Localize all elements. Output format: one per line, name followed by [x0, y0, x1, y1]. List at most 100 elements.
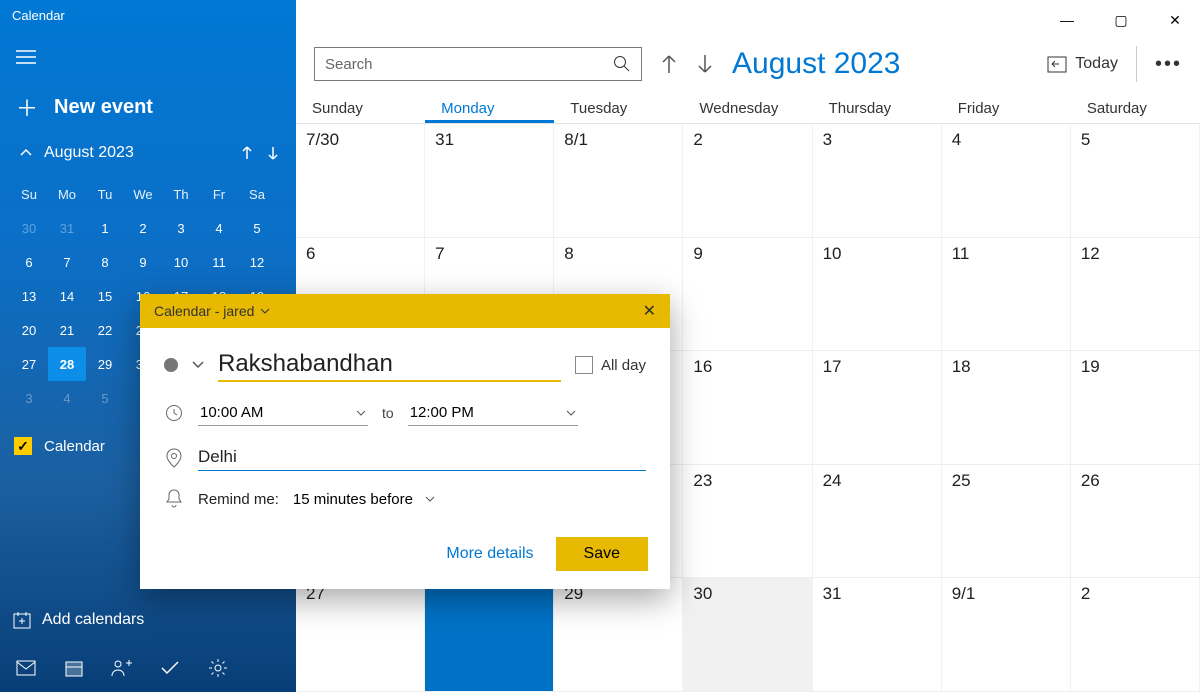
date-cell[interactable]: 8/1	[554, 124, 683, 237]
date-cell[interactable]: 31	[425, 124, 554, 237]
popup-calendar-select[interactable]: Calendar - jared	[154, 303, 643, 319]
new-event-button[interactable]: ＋ New event	[0, 79, 296, 137]
event-color-icon[interactable]	[164, 358, 178, 372]
mini-date-cell[interactable]: 5	[86, 381, 124, 415]
mini-date-cell[interactable]: 29	[86, 347, 124, 381]
hamburger-menu-button[interactable]	[10, 41, 42, 73]
today-icon	[1047, 55, 1067, 73]
date-cell[interactable]: 25	[942, 465, 1071, 578]
more-details-link[interactable]: More details	[446, 545, 533, 563]
mini-date-cell[interactable]: 4	[48, 381, 86, 415]
chevron-down-icon	[260, 307, 270, 315]
date-cell[interactable]: 3	[813, 124, 942, 237]
event-block[interactable]	[425, 578, 553, 691]
all-day-toggle[interactable]: All day	[575, 356, 646, 374]
mini-date-cell[interactable]: 4	[200, 211, 238, 245]
event-color-chevron[interactable]	[192, 360, 204, 370]
window-close-button[interactable]: ✕	[1158, 6, 1192, 34]
popup-close-button[interactable]: ✕	[643, 301, 656, 321]
mini-date-cell[interactable]: 14	[48, 279, 86, 313]
settings-icon[interactable]	[206, 656, 230, 680]
date-cell[interactable]: 17	[813, 351, 942, 464]
checkbox-checked-icon: ✓	[14, 437, 32, 455]
save-button[interactable]: Save	[556, 537, 648, 571]
date-cell[interactable]: 29	[554, 578, 683, 691]
day-header[interactable]: Thursday	[813, 92, 942, 123]
date-cell[interactable]: 11	[942, 238, 1071, 351]
date-cell[interactable]: 30	[683, 578, 812, 691]
new-event-label: New event	[54, 96, 153, 119]
day-header[interactable]: Sunday	[296, 92, 425, 123]
mini-date-cell[interactable]: 27	[10, 347, 48, 381]
date-cell[interactable]: 10	[813, 238, 942, 351]
calendar-icon[interactable]	[62, 656, 86, 680]
mini-date-cell[interactable]: 13	[10, 279, 48, 313]
window-maximize-button[interactable]: ▢	[1104, 6, 1138, 34]
day-header[interactable]: Wednesday	[683, 92, 812, 123]
calendar-toggle-label: Calendar	[44, 438, 105, 455]
window-minimize-button[interactable]: —	[1050, 6, 1084, 34]
mini-date-cell[interactable]: 6	[10, 245, 48, 279]
event-title-input[interactable]	[218, 348, 561, 382]
mini-date-cell[interactable]: 3	[162, 211, 200, 245]
day-header[interactable]: Tuesday	[554, 92, 683, 123]
mail-icon[interactable]	[14, 656, 38, 680]
mini-month-prev-button[interactable]	[236, 141, 258, 165]
date-cell[interactable]: 2	[683, 124, 812, 237]
day-header[interactable]: Monday	[425, 92, 554, 123]
mini-date-cell[interactable]: 28	[48, 347, 86, 381]
mini-date-cell[interactable]: 15	[86, 279, 124, 313]
people-icon[interactable]	[110, 656, 134, 680]
date-cell[interactable]: 24	[813, 465, 942, 578]
next-month-button[interactable]	[696, 53, 714, 75]
popup-calendar-label: Calendar - jared	[154, 303, 254, 319]
mini-date-cell[interactable]: 21	[48, 313, 86, 347]
date-cell[interactable]: 27	[296, 578, 425, 691]
mini-month-collapse-button[interactable]	[12, 146, 40, 160]
search-input[interactable]: Search	[314, 47, 642, 81]
date-cell[interactable]: 2	[1071, 578, 1200, 691]
mini-date-cell[interactable]: 30	[10, 211, 48, 245]
mini-date-cell[interactable]: 5	[238, 211, 276, 245]
location-input[interactable]	[198, 444, 646, 471]
date-cell[interactable]: 23	[683, 465, 812, 578]
start-time-select[interactable]: 10:00 AM	[198, 400, 368, 426]
day-header[interactable]: Friday	[942, 92, 1071, 123]
mini-date-cell[interactable]: 2	[124, 211, 162, 245]
date-cell[interactable]: 9	[683, 238, 812, 351]
remind-select[interactable]: 15 minutes before	[293, 491, 435, 508]
mini-date-cell[interactable]: 7	[48, 245, 86, 279]
mini-date-cell[interactable]: 1	[86, 211, 124, 245]
todo-icon[interactable]	[158, 656, 182, 680]
mini-date-cell[interactable]: 10	[162, 245, 200, 279]
date-cell[interactable]: 31	[813, 578, 942, 691]
date-cell[interactable]	[425, 578, 554, 691]
mini-date-cell[interactable]: 12	[238, 245, 276, 279]
checkbox-unchecked-icon	[575, 356, 593, 374]
mini-date-cell[interactable]: 3	[10, 381, 48, 415]
mini-day-label: Th	[162, 177, 200, 211]
end-time-select[interactable]: 12:00 PM	[408, 400, 578, 426]
mini-date-cell[interactable]: 8	[86, 245, 124, 279]
date-cell[interactable]: 7/30	[296, 124, 425, 237]
mini-month-next-button[interactable]	[262, 141, 284, 165]
mini-date-cell[interactable]: 22	[86, 313, 124, 347]
today-button[interactable]: Today	[1047, 55, 1118, 73]
more-menu-button[interactable]: •••	[1155, 53, 1182, 76]
date-cell[interactable]: 9/1	[942, 578, 1071, 691]
mini-date-cell[interactable]: 9	[124, 245, 162, 279]
date-cell[interactable]: 12	[1071, 238, 1200, 351]
date-cell[interactable]: 26	[1071, 465, 1200, 578]
date-cell[interactable]: 16	[683, 351, 812, 464]
day-headers: SundayMondayTuesdayWednesdayThursdayFrid…	[296, 92, 1200, 124]
date-cell[interactable]: 18	[942, 351, 1071, 464]
mini-date-cell[interactable]: 20	[10, 313, 48, 347]
date-cell[interactable]: 19	[1071, 351, 1200, 464]
mini-date-cell[interactable]: 31	[48, 211, 86, 245]
prev-month-button[interactable]	[660, 53, 678, 75]
add-calendars-button[interactable]: Add calendars	[0, 594, 296, 646]
date-cell[interactable]: 5	[1071, 124, 1200, 237]
date-cell[interactable]: 4	[942, 124, 1071, 237]
day-header[interactable]: Saturday	[1071, 92, 1200, 123]
mini-date-cell[interactable]: 11	[200, 245, 238, 279]
